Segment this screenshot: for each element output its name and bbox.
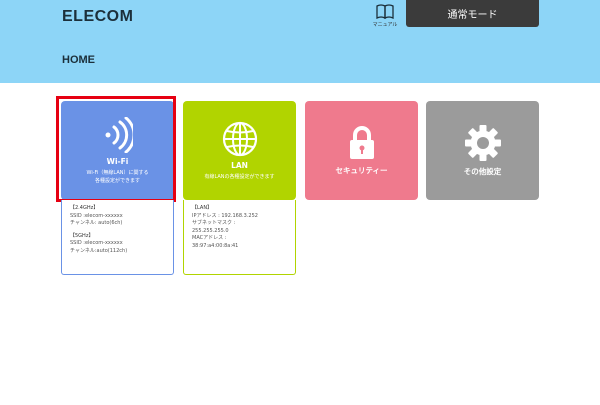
- lan-mac-label: MACアドレス :: [192, 235, 227, 241]
- lan-mac-value: 38:97:a4:00:8a:41: [192, 242, 239, 249]
- lan-subnet-label: サブネットマスク :: [192, 220, 236, 226]
- manual-label: マニュアル: [372, 22, 398, 28]
- lan-info-panel: 【LAN】 IPアドレス : 192.168.3.252 サブネットマスク : …: [183, 200, 296, 275]
- normal-mode-button[interactable]: 通常モード: [406, 0, 539, 27]
- manual-link[interactable]: マニュアル: [370, 4, 400, 28]
- other-settings-tile[interactable]: その他設定: [426, 101, 539, 200]
- wifi-5ghz-channel: チャンネル:auto(112ch): [70, 247, 128, 254]
- lan-tile-description: 有線LANの各種設定ができます: [204, 173, 275, 180]
- lan-tile-title: LAN: [231, 160, 248, 170]
- lan-header: 【LAN】: [192, 205, 213, 211]
- security-tile[interactable]: セキュリティー: [305, 101, 418, 200]
- lock-icon: [349, 126, 374, 159]
- wifi-5ghz-header: 【5GHz】: [70, 232, 94, 239]
- wifi-24ghz-ssid: SSID :elecom-xxxxxx: [70, 212, 123, 219]
- lan-ip-address: IPアドレス : 192.168.3.252: [192, 212, 258, 219]
- page-title: HOME: [62, 54, 95, 66]
- wifi-tile-title: Wi-Fi: [106, 156, 129, 166]
- lan-tile[interactable]: LAN 有線LANの各種設定ができます: [183, 101, 296, 200]
- wifi-24ghz-header: 【2.4GHz】: [70, 205, 99, 211]
- book-icon: [376, 4, 394, 20]
- elecom-logo[interactable]: ELECOM: [62, 8, 133, 26]
- wifi-info-panel: 【2.4GHz】 SSID :elecom-xxxxxx チャンネル: auto…: [61, 200, 174, 275]
- wifi-signal-icon: [105, 116, 133, 153]
- wifi-tile-description: Wi-Fi（無線LAN）に関する 各種設定ができます: [86, 169, 149, 184]
- globe-icon: [222, 121, 257, 156]
- wifi-24ghz-channel: チャンネル: auto(6ch): [70, 220, 123, 226]
- wifi-5ghz-ssid: SSID :elecom-xxxxxx: [70, 240, 123, 246]
- other-settings-tile-title: その他設定: [463, 167, 502, 176]
- wifi-tile[interactable]: Wi-Fi Wi-Fi（無線LAN）に関する 各種設定ができます: [61, 101, 174, 200]
- header-bar: ELECOM マニュアル 通常モード HOME: [0, 0, 600, 83]
- gear-icon: [464, 125, 501, 161]
- lan-subnet-value: 255.255.255.0: [192, 227, 229, 234]
- security-tile-title: セキュリティー: [335, 166, 388, 175]
